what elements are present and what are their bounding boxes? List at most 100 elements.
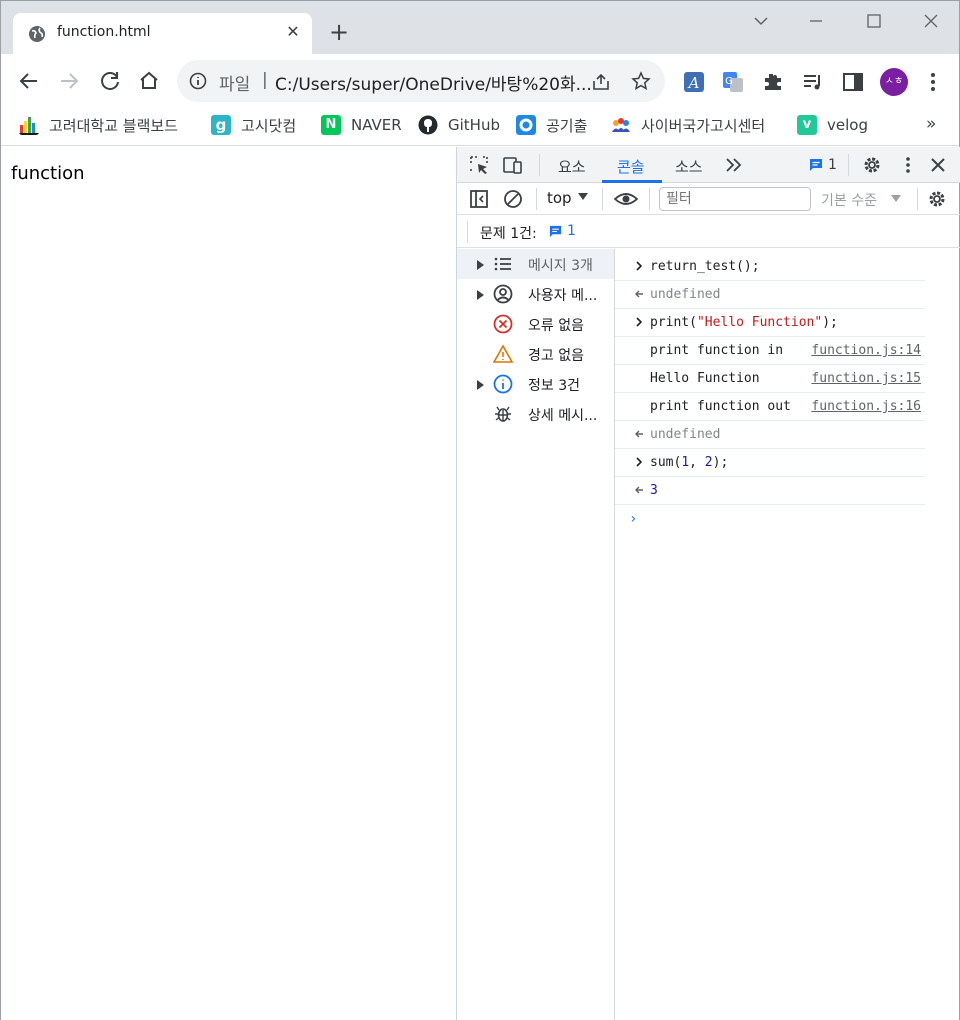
- issues-bar[interactable]: 문제 1건: 1: [457, 216, 960, 248]
- close-tab-icon[interactable]: ✕: [283, 22, 303, 42]
- console-input-row: sum(1, 2);: [615, 449, 925, 477]
- console-log-row: Hello Function function.js:15: [615, 365, 925, 393]
- sidebar-item-label: 정보 3건: [528, 378, 580, 394]
- context-selector[interactable]: top: [547, 189, 572, 207]
- bookmarks-bar: 고려대학교 블랙보드 g 고시닷컴 N NAVER GitHub 공기출 사이버…: [1, 108, 959, 146]
- browser-tab[interactable]: function.html ✕: [13, 13, 312, 54]
- sidebar-toggle-icon[interactable]: [468, 188, 490, 210]
- info-icon[interactable]: [189, 72, 207, 90]
- settings-gear-icon[interactable]: [861, 154, 883, 176]
- more-tabs-icon[interactable]: [723, 154, 745, 176]
- home-icon[interactable]: [136, 68, 162, 94]
- issues-count[interactable]: 1: [549, 223, 576, 239]
- expand-arrow-icon[interactable]: [477, 290, 484, 300]
- console-settings-gear-icon[interactable]: [926, 188, 948, 210]
- sidebar-item-label: 상세 메시...: [528, 408, 598, 424]
- source-link[interactable]: function.js:14: [811, 343, 921, 358]
- sidebar-item-verbose[interactable]: 상세 메시...: [457, 399, 614, 429]
- console-result-row: 3: [615, 477, 925, 505]
- levels-dropdown-icon[interactable]: [891, 195, 901, 202]
- font-extension-icon[interactable]: A: [682, 70, 706, 94]
- url-text[interactable]: C:/Users/super/OneDrive/바탕%20화...: [275, 70, 592, 95]
- warning-icon: [493, 344, 513, 363]
- bookmark-label: 사이버국가고시센터: [641, 116, 766, 135]
- console-filter-input[interactable]: [659, 187, 811, 211]
- browser-toolbar: 파일 | C:/Users/super/OneDrive/바탕%20화... A…: [1, 54, 959, 108]
- minimize-icon[interactable]: [804, 9, 828, 33]
- media-control-icon[interactable]: [801, 70, 825, 94]
- console-log-row: print function out function.js:16: [615, 393, 925, 421]
- context-dropdown-icon[interactable]: [578, 193, 588, 200]
- back-icon[interactable]: [16, 68, 42, 94]
- profile-avatar[interactable]: ㅅㅎ: [880, 68, 908, 96]
- maximize-icon[interactable]: [862, 9, 886, 33]
- sidebar-item-warnings[interactable]: 경고 없음: [457, 339, 614, 369]
- console-prompt-icon[interactable]: ›: [629, 511, 637, 527]
- sidebar-item-user-messages[interactable]: 사용자 메...: [457, 279, 614, 309]
- console-result-text[interactable]: undefined: [650, 427, 720, 442]
- device-toolbar-icon[interactable]: [502, 154, 524, 176]
- code-token: print(: [650, 315, 697, 330]
- bookmark-item[interactable]: 고려대학교 블랙보드: [19, 114, 178, 136]
- inspect-element-icon[interactable]: [468, 154, 490, 176]
- translate-extension-icon[interactable]: G: [721, 70, 745, 94]
- expand-arrow-icon[interactable]: [477, 260, 484, 270]
- tab-search-icon[interactable]: [749, 9, 773, 33]
- page-body-text: function: [11, 163, 85, 184]
- bookmark-item[interactable]: GitHub: [418, 114, 500, 136]
- bookmark-label: NAVER: [351, 116, 402, 134]
- tab-console[interactable]: 콘솔: [617, 156, 645, 177]
- expand-arrow-icon[interactable]: [477, 380, 484, 390]
- sidebar-item-label: 메시지 3개: [528, 258, 593, 274]
- console-result-text[interactable]: 3: [650, 483, 658, 498]
- side-panel-icon[interactable]: [841, 70, 865, 94]
- omnibox-divider: |: [262, 70, 268, 90]
- console-toolbar: top 기본 수준: [457, 183, 960, 215]
- close-window-icon[interactable]: [919, 9, 943, 33]
- sidebar-item-info[interactable]: 정보 3건: [457, 369, 614, 399]
- g-icon: g: [211, 115, 231, 135]
- people-icon: [612, 118, 630, 132]
- console-input-text[interactable]: print("Hello Function");: [650, 315, 838, 330]
- share-icon[interactable]: [591, 72, 611, 92]
- console-log-text[interactable]: Hello Function: [650, 371, 760, 386]
- extensions-icon[interactable]: [761, 70, 785, 94]
- console-input-text[interactable]: return_test();: [650, 259, 760, 274]
- input-chevron-icon: [636, 261, 643, 271]
- reload-icon[interactable]: [97, 68, 123, 94]
- sidebar-item-messages[interactable]: 메시지 3개: [457, 249, 614, 279]
- new-tab-icon[interactable]: +: [327, 20, 351, 45]
- console-input-text[interactable]: sum(1, 2);: [650, 455, 728, 470]
- sidebar-item-label: 사용자 메...: [528, 288, 598, 304]
- console-log-text[interactable]: print function out: [650, 399, 791, 414]
- messages-badge[interactable]: 1: [809, 157, 837, 173]
- bookmark-star-icon[interactable]: [631, 71, 651, 91]
- clear-console-icon[interactable]: [502, 188, 524, 210]
- bookmark-item[interactable]: v velog: [797, 114, 868, 136]
- console-result-text[interactable]: undefined: [650, 287, 720, 302]
- tab-elements[interactable]: 요소: [558, 156, 586, 177]
- bookmark-item[interactable]: 사이버국가고시센터: [611, 114, 765, 136]
- eye-icon[interactable]: [614, 188, 638, 210]
- bookmark-item[interactable]: g 고시닷컴: [211, 114, 296, 136]
- menu-kebab-icon[interactable]: [925, 70, 941, 94]
- address-bar[interactable]: 파일 | C:/Users/super/OneDrive/바탕%20화...: [177, 60, 665, 102]
- log-levels-dropdown[interactable]: 기본 수준: [821, 190, 877, 210]
- bookmark-item[interactable]: 공기출: [516, 114, 587, 136]
- forward-icon[interactable]: [56, 68, 82, 94]
- sidebar-item-errors[interactable]: 오류 없음: [457, 309, 614, 339]
- tab-sources[interactable]: 소스: [675, 156, 703, 177]
- bookmarks-overflow-button[interactable]: »: [926, 114, 936, 134]
- bars-icon: [19, 117, 39, 135]
- bookmark-item[interactable]: N NAVER: [321, 114, 402, 136]
- bookmark-label: GitHub: [448, 116, 500, 134]
- close-devtools-icon[interactable]: [927, 154, 949, 176]
- customize-kebab-icon[interactable]: [897, 154, 919, 176]
- source-link[interactable]: function.js:15: [811, 371, 921, 386]
- sidebar-item-label: 경고 없음: [528, 348, 584, 364]
- divider: [536, 188, 537, 210]
- source-link[interactable]: function.js:16: [811, 399, 921, 414]
- console-result-row: undefined: [615, 421, 925, 449]
- devtools-tabbar: 요소 콘솔 소스 1: [457, 147, 960, 183]
- console-log-text[interactable]: print function in: [650, 343, 783, 358]
